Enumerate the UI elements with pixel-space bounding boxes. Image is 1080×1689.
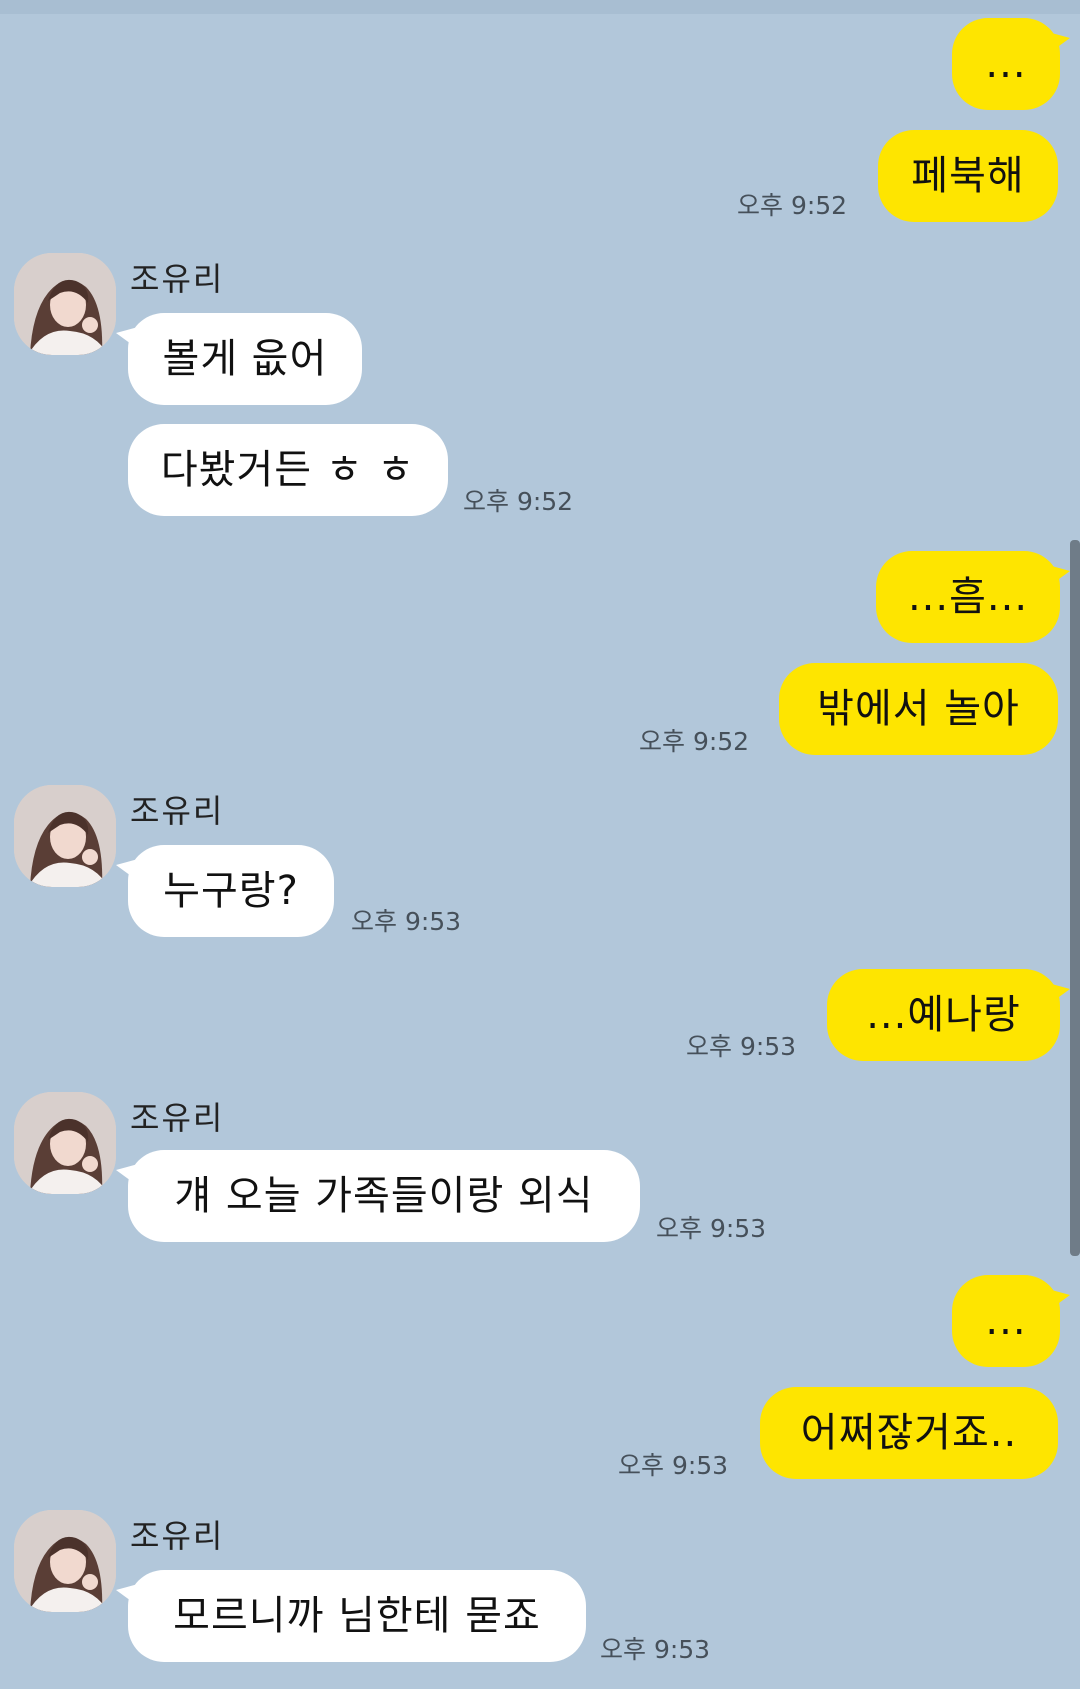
avatar[interactable] — [14, 1510, 116, 1612]
my-message-bubble[interactable]: ... — [952, 1275, 1070, 1367]
message-timestamp: 오후 9:53 — [656, 1214, 767, 1243]
avatar[interactable] — [14, 785, 116, 887]
their-message-bubble[interactable]: 누구랑? — [116, 845, 334, 937]
profile-photo-icon — [14, 1510, 116, 1612]
my-message-bubble[interactable]: ...예나랑 — [827, 969, 1070, 1061]
message-timestamp: 오후 9:52 — [737, 191, 848, 220]
scrollbar[interactable] — [1070, 540, 1080, 1256]
contact-name: 조유리 — [130, 1517, 225, 1555]
my-message-bubble[interactable]: 밖에서 놀아 — [779, 663, 1058, 755]
contact-name: 조유리 — [130, 260, 225, 298]
message-timestamp: 오후 9:53 — [618, 1451, 729, 1480]
avatar[interactable] — [14, 1092, 116, 1194]
top-strip — [0, 0, 1080, 14]
message-timestamp: 오후 9:53 — [686, 1032, 797, 1061]
their-message-bubble[interactable]: 모르니까 님한테 묻죠 — [116, 1570, 586, 1662]
their-message-bubble[interactable]: 다봤거든 ㅎ ㅎ — [128, 424, 448, 516]
profile-photo-icon — [14, 253, 116, 355]
contact-name: 조유리 — [130, 792, 225, 830]
my-message-bubble[interactable]: 어쩌잖거죠.. — [760, 1387, 1058, 1479]
my-message-bubble[interactable]: ...흠... — [876, 551, 1070, 643]
their-message-bubble[interactable]: 걔 오늘 가족들이랑 외식 — [116, 1150, 640, 1242]
message-timestamp: 오후 9:52 — [463, 487, 574, 516]
contact-name: 조유리 — [130, 1099, 225, 1137]
avatar[interactable] — [14, 253, 116, 355]
my-message-bubble[interactable]: ... — [952, 18, 1070, 110]
profile-photo-icon — [14, 785, 116, 887]
message-timestamp: 오후 9:53 — [351, 907, 462, 936]
message-timestamp: 오후 9:53 — [600, 1635, 711, 1664]
my-message-bubble[interactable]: 페북해 — [878, 130, 1058, 222]
message-timestamp: 오후 9:52 — [639, 727, 750, 756]
profile-photo-icon — [14, 1092, 116, 1194]
their-message-bubble[interactable]: 볼게 읎어 — [116, 313, 362, 405]
